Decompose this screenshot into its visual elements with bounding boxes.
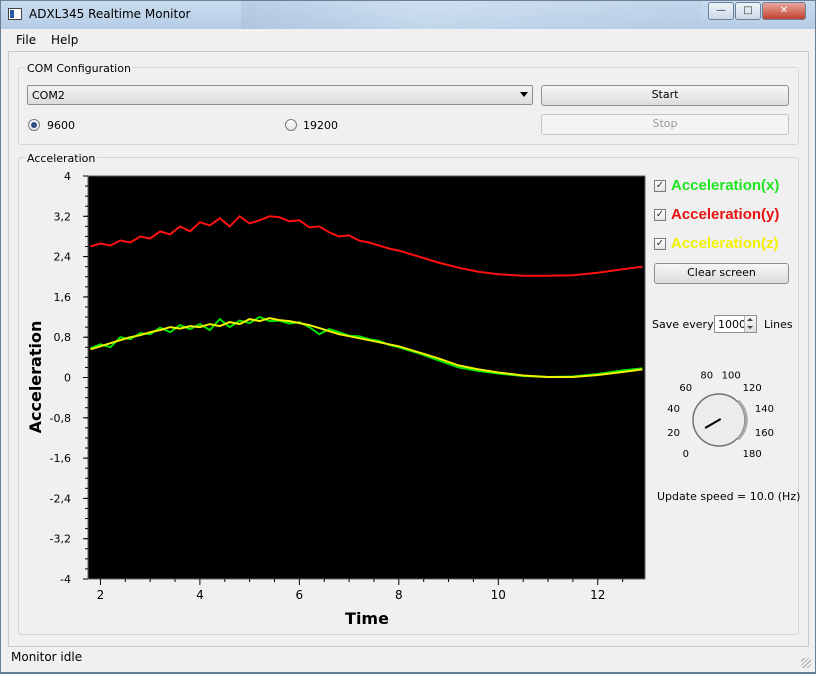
- accel-x-checkbox[interactable]: ✓: [654, 180, 666, 192]
- baud-9600-radio[interactable]: [28, 119, 40, 131]
- title-bar[interactable]: ADXL345 Realtime Monitor — □ ✕: [1, 1, 815, 29]
- resize-grip-icon[interactable]: [801, 658, 811, 668]
- menu-file[interactable]: File: [16, 33, 36, 47]
- chevron-down-icon: [520, 92, 528, 97]
- maximize-button[interactable]: □: [735, 2, 761, 20]
- close-button[interactable]: ✕: [762, 2, 806, 20]
- main-window: ADXL345 Realtime Monitor — □ ✕ File Help…: [0, 0, 816, 673]
- accel-y-checkbox[interactable]: ✓: [654, 209, 666, 221]
- status-text: Monitor idle: [11, 650, 83, 664]
- com-port-value: COM2: [32, 89, 65, 102]
- spin-buttons[interactable]: [744, 316, 756, 332]
- lines-label: Lines: [764, 318, 793, 331]
- com-port-select[interactable]: COM2: [27, 85, 533, 105]
- accel-z-checkbox[interactable]: ✓: [654, 238, 666, 250]
- accel-z-legend: Acceleration(z): [671, 235, 779, 252]
- accel-y-legend: Acceleration(y): [671, 206, 780, 223]
- baud-19200-radio[interactable]: [285, 119, 297, 131]
- spin-down-icon[interactable]: [747, 326, 753, 329]
- acceleration-group: [18, 157, 799, 635]
- window-title: ADXL345 Realtime Monitor: [29, 7, 191, 21]
- clear-screen-button[interactable]: Clear screen: [654, 263, 789, 284]
- baud-9600-label: 9600: [47, 119, 75, 132]
- menu-help[interactable]: Help: [51, 33, 78, 47]
- stop-button[interactable]: Stop: [541, 114, 789, 135]
- save-every-value: 1000: [718, 318, 746, 331]
- spin-up-icon[interactable]: [747, 318, 753, 321]
- save-every-spinbox[interactable]: 1000: [714, 315, 757, 333]
- start-button[interactable]: Start: [541, 85, 789, 106]
- acceleration-group-title: Acceleration: [25, 152, 98, 165]
- minimize-button[interactable]: —: [708, 2, 734, 20]
- com-config-title: COM Configuration: [25, 62, 133, 75]
- status-bar: Monitor idle: [1, 647, 815, 672]
- accel-x-legend: Acceleration(x): [671, 177, 780, 194]
- title-bar-backdrop: [241, 1, 701, 29]
- baud-19200-label: 19200: [303, 119, 338, 132]
- app-icon: [8, 8, 22, 20]
- update-speed-label: Update speed = 10.0 (Hz): [657, 490, 801, 503]
- save-every-label: Save every: [652, 318, 714, 331]
